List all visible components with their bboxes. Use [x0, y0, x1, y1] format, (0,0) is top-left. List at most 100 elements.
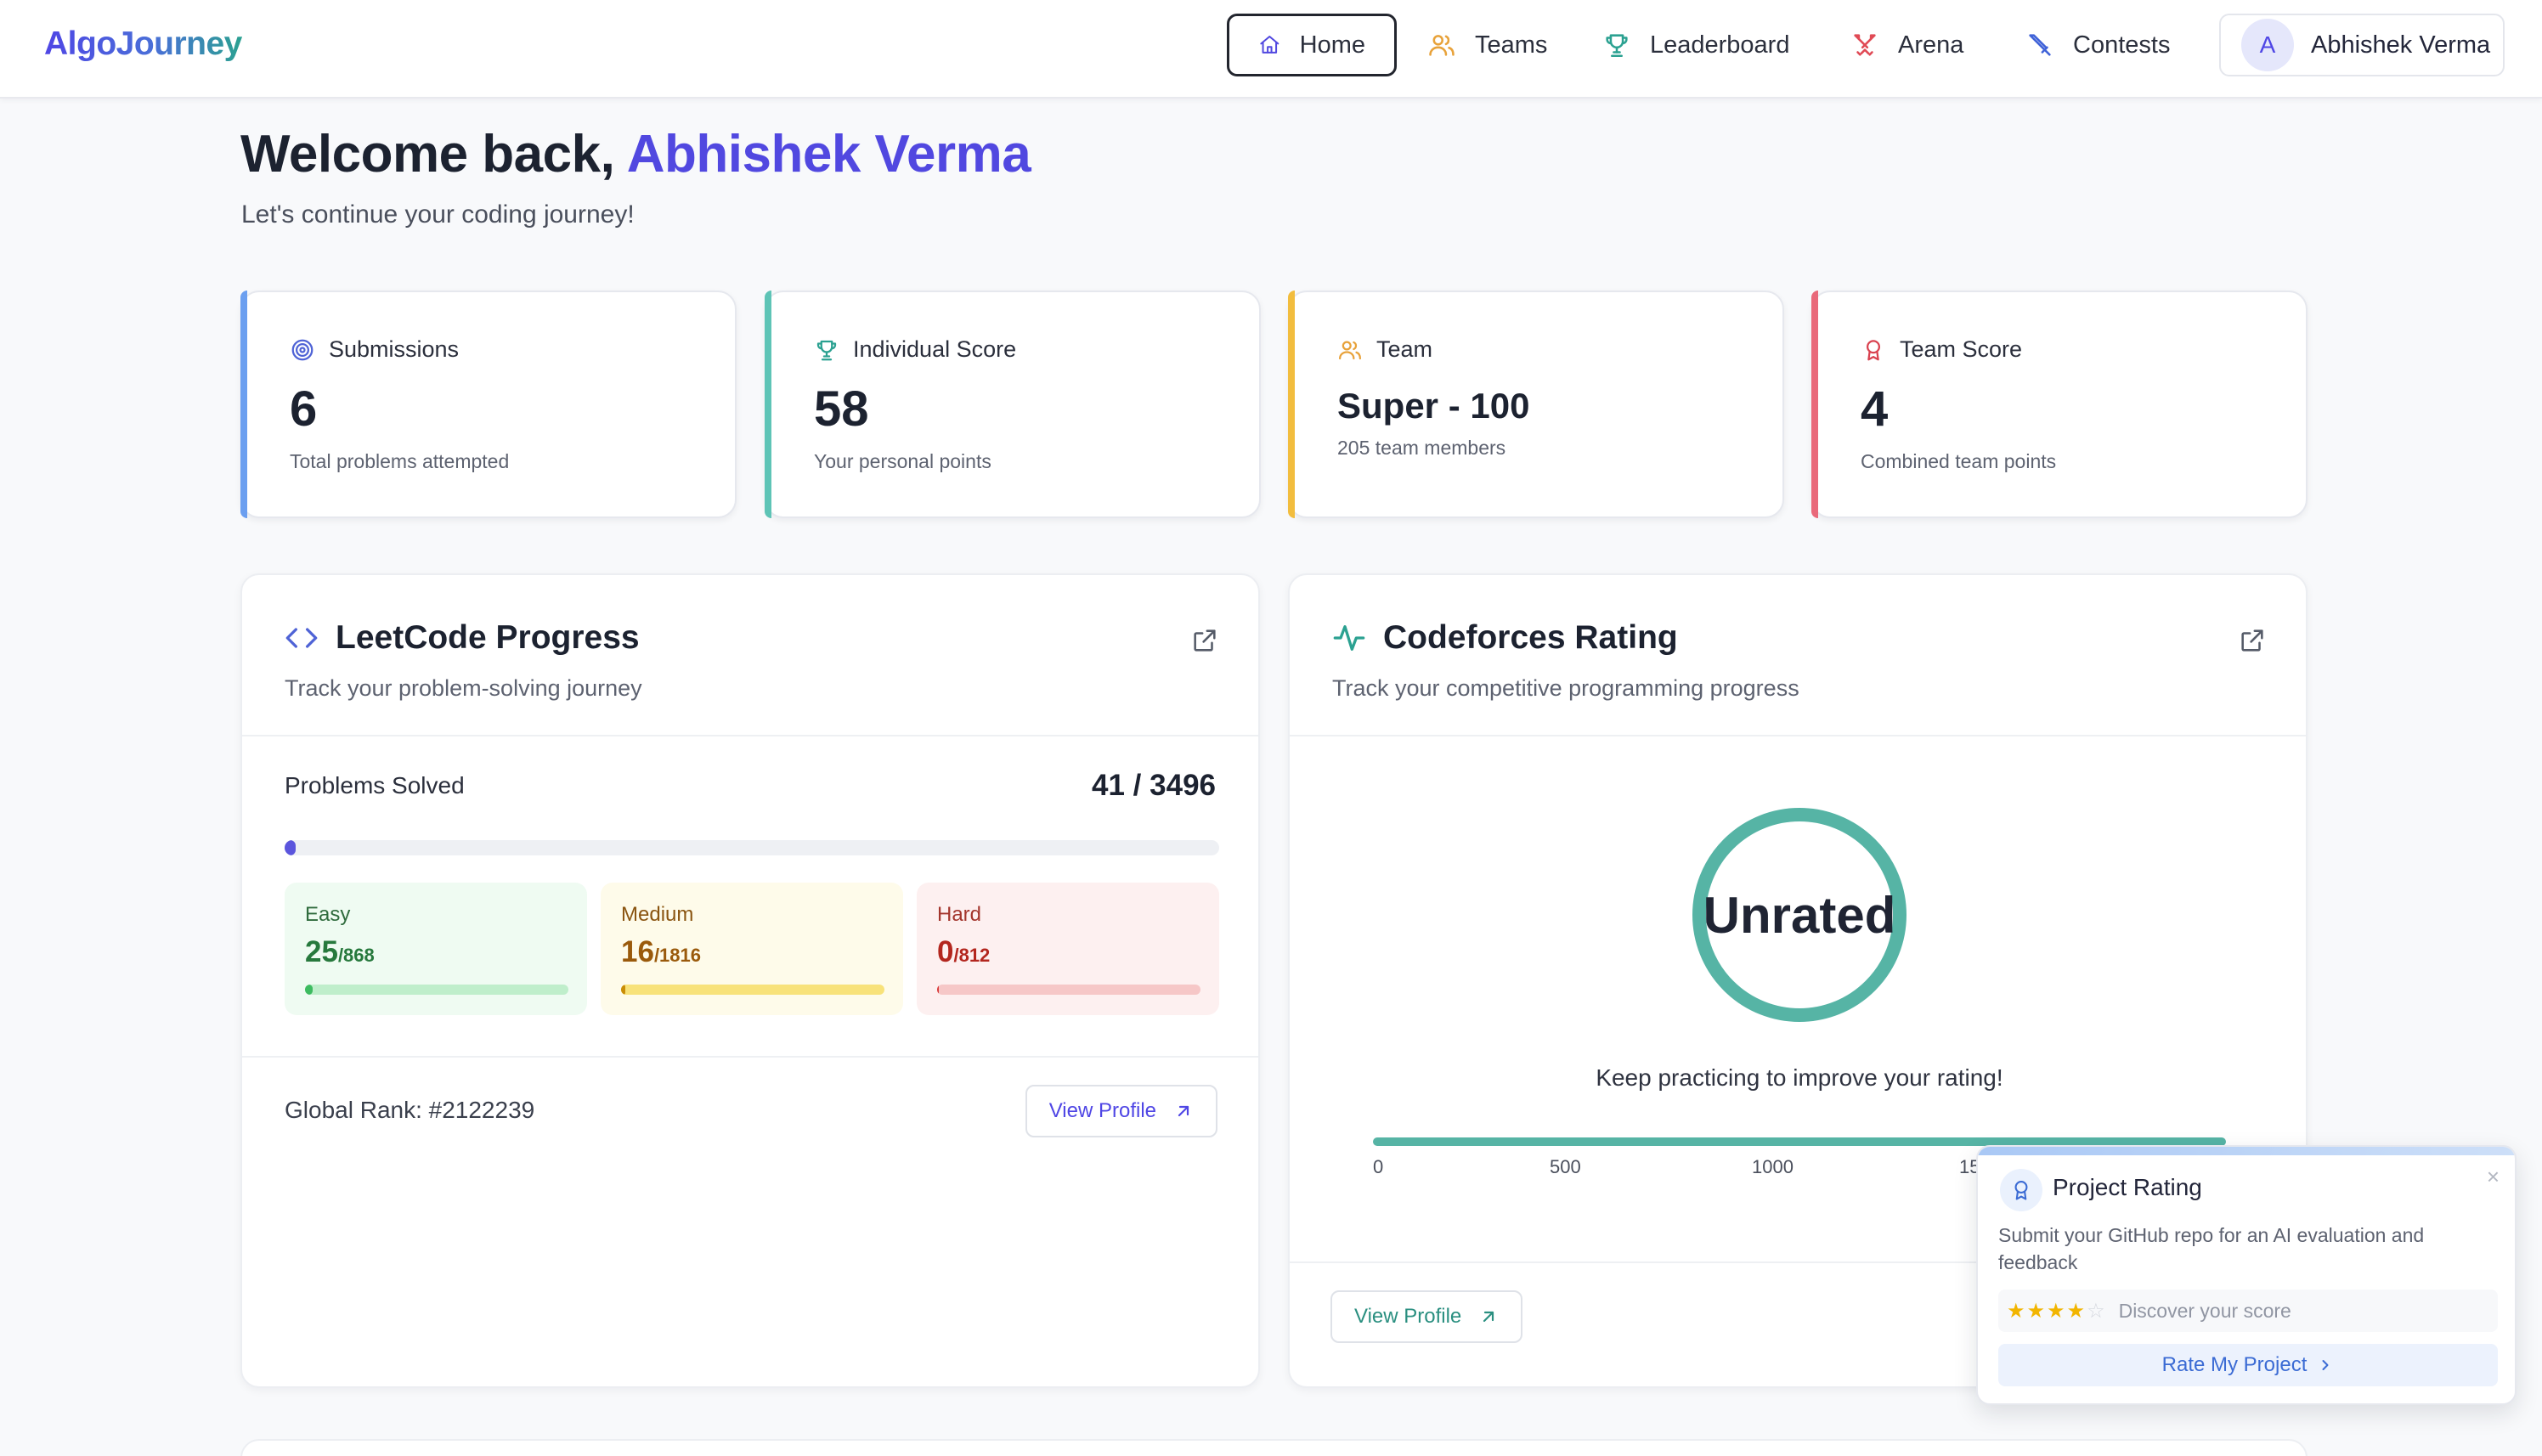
leetcode-title: LeetCode Progress [336, 619, 640, 656]
stat-description: Total problems attempted [290, 450, 510, 472]
problems-solved-label: Problems Solved [285, 772, 465, 799]
progress-fill [285, 840, 297, 855]
rating-scale-tick: 500 [1550, 1156, 1581, 1177]
leetcode-panel: LeetCode Progress Track your problem-sol… [240, 573, 1260, 1388]
score-preview: ★ ★ ★ ★ ☆ Discover your score [1998, 1290, 2498, 1332]
problems-solved-count: 41 / 3496 [1092, 769, 1216, 802]
global-rank: Global Rank: #2122239 [285, 1097, 535, 1123]
stat-value: Super - 100 [1337, 386, 1530, 426]
difficulty-medium: Medium 16/1816 [601, 883, 903, 1015]
stat-description: Combined team points [1861, 450, 2057, 472]
chevron-right-icon [2322, 1360, 2329, 1370]
difficulty-label: Hard [937, 903, 982, 926]
arrow-up-right-icon [1483, 1311, 1494, 1323]
star-empty-icon: ☆ [2087, 1299, 2105, 1323]
problems-solved-progress [285, 840, 1219, 855]
difficulty-total: /868 [337, 945, 375, 966]
divider [1290, 735, 2306, 736]
target-icon [291, 339, 314, 360]
difficulty-total: /1816 [653, 945, 701, 966]
star-filled-icon: ★ [2026, 1299, 2046, 1323]
swords-icon [1854, 34, 1876, 56]
view-profile-label: View Profile [1354, 1305, 1462, 1328]
difficulty-solved: 16 [621, 935, 654, 968]
view-profile-label: View Profile [1048, 1099, 1156, 1122]
nav-home[interactable]: Home [1227, 14, 1397, 76]
top-nav: AlgoJourney Home Teams Leaderboard Arena… [0, 0, 2542, 99]
nav-arena-label: Arena [1898, 31, 1964, 59]
sword-icon [2029, 34, 2051, 56]
difficulty-easy: Easy 25/868 [285, 883, 587, 1015]
stat-description: Your personal points [814, 450, 991, 472]
difficulty-count: 0/812 [937, 935, 990, 969]
difficulty-hard: Hard 0/812 [917, 883, 1219, 1015]
stat-label: Individual Score [853, 336, 1017, 362]
difficulty-total: /812 [953, 945, 991, 966]
project-rating-popup: × Project Rating Submit your GitHub repo… [1976, 1145, 2517, 1405]
rating-value: Unrated [1703, 886, 1896, 944]
rate-my-project-button[interactable]: Rate My Project [1998, 1344, 2498, 1386]
popup-accent-bar [1978, 1147, 2515, 1155]
stat-card-individual-score: Individual Score 58 Your personal points [765, 291, 1261, 518]
trophy-icon [1606, 34, 1628, 58]
stat-card-team: Team Super - 100 205 team members [1288, 291, 1784, 518]
nav-home-label: Home [1299, 31, 1365, 59]
star-rating: ★ ★ ★ ★ ☆ [2007, 1299, 2105, 1323]
difficulty-label: Easy [305, 903, 351, 926]
star-filled-icon: ★ [2007, 1299, 2025, 1323]
progress-fill [305, 985, 313, 995]
nav-teams[interactable]: Teams [1398, 14, 1576, 76]
stat-card-team-score: Team Score 4 Combined team points [1811, 291, 2308, 518]
stat-card-submissions: Submissions 6 Total problems attempted [240, 291, 737, 518]
welcome-name: Abhishek Verma [626, 125, 1031, 183]
external-link-icon[interactable] [2238, 626, 2267, 655]
award-icon [1867, 339, 1880, 360]
user-menu-button[interactable]: A Abhishek Verma [2219, 14, 2505, 76]
codeforces-title: Codeforces Rating [1383, 619, 1678, 656]
difficulty-count: 16/1816 [621, 935, 701, 969]
leetcode-view-profile-button[interactable]: View Profile [1025, 1085, 1217, 1137]
progress-fill [621, 985, 625, 995]
difficulty-count: 25/868 [305, 935, 375, 969]
stat-description: 205 team members [1337, 437, 1506, 459]
trophy-icon [816, 340, 837, 360]
nav-leaderboard[interactable]: Leaderboard [1573, 14, 1818, 76]
stat-label: Team [1376, 336, 1433, 362]
nav-arena[interactable]: Arena [1822, 14, 1992, 76]
difficulty-progress [305, 985, 568, 995]
stat-value: 4 [1861, 381, 1889, 437]
users-icon [1429, 35, 1455, 56]
rating-ring: Unrated [1689, 804, 1910, 1025]
stat-value: 58 [814, 381, 869, 437]
app-logo[interactable]: AlgoJourney [44, 25, 242, 63]
stat-label: Submissions [329, 336, 460, 362]
avatar: A [2241, 19, 2294, 71]
nav-leaderboard-label: Leaderboard [1650, 31, 1790, 59]
star-filled-icon: ★ [2066, 1299, 2086, 1323]
external-link-icon[interactable] [1190, 626, 1219, 655]
rating-scale-tick: 0 [1373, 1156, 1384, 1177]
difficulty-solved: 25 [305, 935, 338, 968]
award-icon [2000, 1169, 2042, 1211]
page-title: Welcome back, Abhishek Verma [240, 124, 1031, 184]
popup-description: Submit your GitHub repo for an AI evalua… [1998, 1224, 2425, 1273]
activity-icon [1333, 625, 1365, 651]
nav-contests[interactable]: Contests [1997, 14, 2199, 76]
difficulty-progress [937, 985, 1200, 995]
difficulty-label: Medium [621, 903, 694, 926]
next-section-card [240, 1439, 2308, 1456]
rating-scale-tick: 1000 [1752, 1156, 1794, 1177]
close-icon[interactable]: × [2487, 1164, 2500, 1190]
leetcode-subtitle: Track your problem-solving journey [285, 675, 642, 701]
codeforces-view-profile-button[interactable]: View Profile [1330, 1290, 1523, 1343]
nav-teams-label: Teams [1475, 31, 1548, 59]
welcome-subtitle: Let's continue your coding journey! [241, 200, 635, 229]
rate-my-project-label: Rate My Project [2161, 1353, 2308, 1376]
difficulty-solved: 0 [937, 935, 954, 968]
user-name: Abhishek Verma [2311, 31, 2491, 59]
popup-title: Project Rating [2053, 1174, 2202, 1200]
divider [242, 1056, 1258, 1058]
score-prompt: Discover your score [2118, 1299, 2291, 1322]
code-icon [285, 628, 318, 648]
stat-label: Team Score [1900, 336, 2023, 362]
